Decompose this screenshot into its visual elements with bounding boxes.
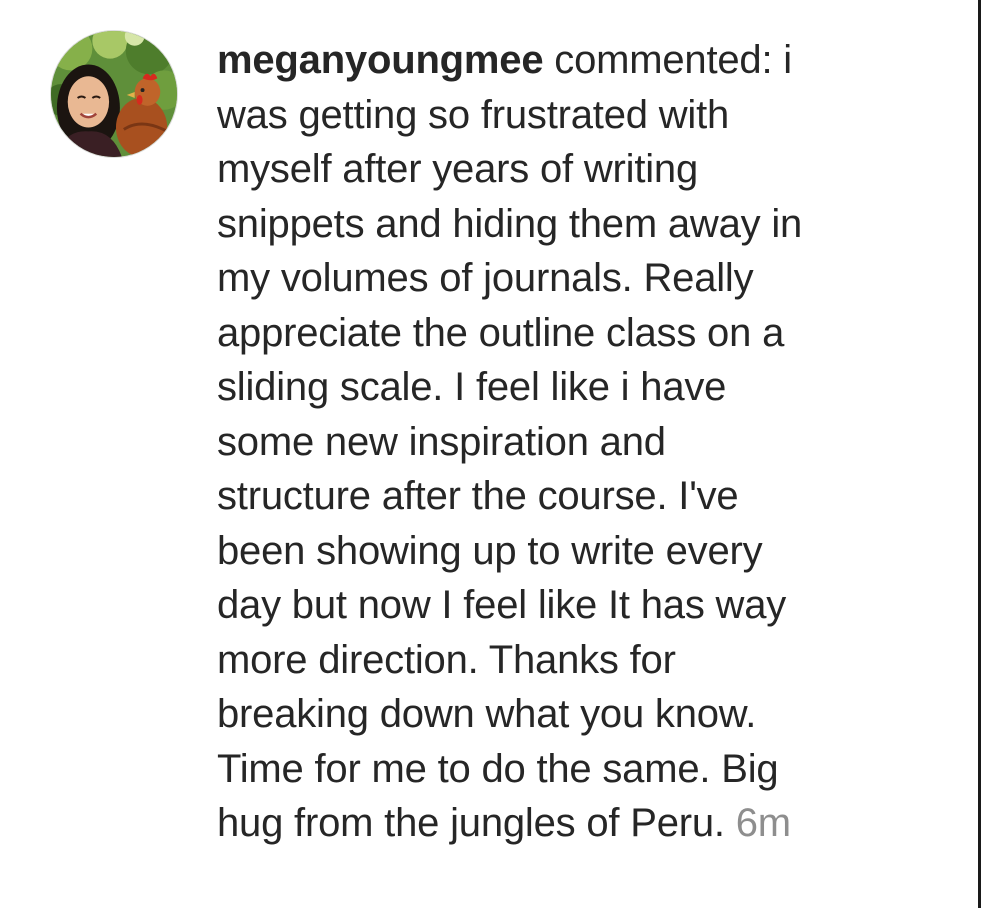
comment-last-line: hug from the jungles of Peru. 6m — [217, 796, 957, 851]
comment-line: was getting so frustrated with — [217, 92, 730, 137]
comment-line: day but now I feel like It has way — [217, 583, 787, 627]
comment-line: some new inspiration and — [217, 419, 666, 464]
comment-line: more direction. Thanks for — [217, 637, 676, 682]
comment-line: appreciate the outline class on a — [217, 310, 785, 355]
comment-timestamp[interactable]: 6m — [736, 801, 791, 845]
comment-line: sliding scale. I feel like i have — [217, 365, 727, 409]
avatar[interactable] — [50, 30, 178, 158]
comment-line-text: hug from the jungles of Peru. — [217, 801, 736, 845]
comment-line: been showing up to write every — [217, 528, 763, 573]
comment-text: meganyoungmee commented: i was getting s… — [217, 33, 957, 851]
comment-line: my volumes of journals. Really — [217, 256, 754, 300]
comment-item: meganyoungmee commented: i was getting s… — [0, 0, 978, 908]
comment-line: snippets and hiding them away in — [217, 201, 803, 246]
comment-first-line: meganyoungmee commented: i — [217, 33, 957, 88]
comment-action: commented: i — [543, 38, 792, 82]
comment-line: structure after the course. I've — [217, 474, 739, 518]
avatar-photo-icon — [51, 31, 177, 157]
comment-line: breaking down what you know. — [217, 692, 757, 736]
comment-line: Time for me to do the same. Big — [217, 746, 779, 791]
comment-line: myself after years of writing — [217, 147, 699, 191]
username-link[interactable]: meganyoungmee — [217, 38, 544, 82]
